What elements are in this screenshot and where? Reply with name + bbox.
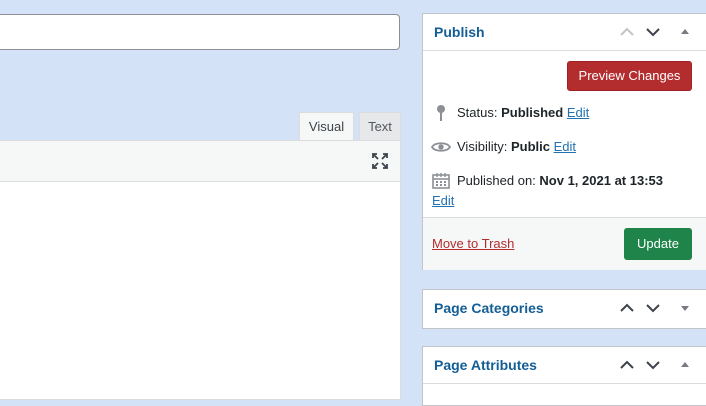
page-attributes-header[interactable]: Page Attributes	[423, 347, 706, 384]
status-label: Status:	[457, 105, 498, 120]
move-down-icon[interactable]	[645, 24, 661, 40]
preview-changes-button[interactable]: Preview Changes	[567, 61, 692, 91]
collapse-toggle-icon[interactable]	[677, 24, 693, 40]
page-categories-title: Page Categories	[434, 300, 544, 316]
eye-icon	[431, 142, 451, 152]
tab-visual[interactable]: Visual	[299, 112, 354, 141]
published-edit-link[interactable]: Edit	[432, 193, 454, 208]
page-attributes-box: Page Attributes	[422, 346, 706, 406]
visibility-value: Public	[510, 139, 550, 154]
editor-toolbar	[0, 140, 401, 182]
status-row: Status: Published Edit	[457, 105, 589, 120]
visibility-edit-link[interactable]: Edit	[554, 139, 576, 154]
published-label: Published on:	[457, 173, 536, 188]
published-on-row: Published on: Nov 1, 2021 at 13:53	[457, 173, 663, 188]
publish-box-header: Publish	[423, 14, 706, 51]
published-value: Nov 1, 2021 at 13:53	[539, 173, 663, 188]
tab-text[interactable]: Text	[359, 112, 401, 141]
move-up-icon[interactable]	[619, 24, 635, 40]
move-up-icon[interactable]	[619, 300, 635, 316]
publish-title: Publish	[434, 24, 485, 40]
collapse-toggle-icon[interactable]	[677, 357, 693, 373]
move-down-icon[interactable]	[645, 357, 661, 373]
pin-icon	[437, 105, 445, 121]
fullscreen-expand-icon[interactable]	[370, 151, 390, 171]
page-attributes-title: Page Attributes	[434, 357, 537, 373]
calendar-icon	[432, 173, 450, 189]
status-value: Published	[501, 105, 564, 120]
status-edit-link[interactable]: Edit	[567, 105, 589, 120]
move-down-icon[interactable]	[645, 300, 661, 316]
expand-toggle-icon[interactable]	[677, 300, 693, 316]
visibility-label: Visibility:	[457, 139, 508, 154]
page-categories-box: Page Categories	[422, 289, 706, 329]
title-input[interactable]	[0, 14, 400, 50]
move-to-trash-link[interactable]: Move to Trash	[432, 236, 514, 251]
page-categories-header[interactable]: Page Categories	[423, 290, 706, 326]
move-up-icon[interactable]	[619, 357, 635, 373]
visibility-row: Visibility: Public Edit	[457, 139, 576, 154]
update-button[interactable]: Update	[624, 228, 692, 260]
